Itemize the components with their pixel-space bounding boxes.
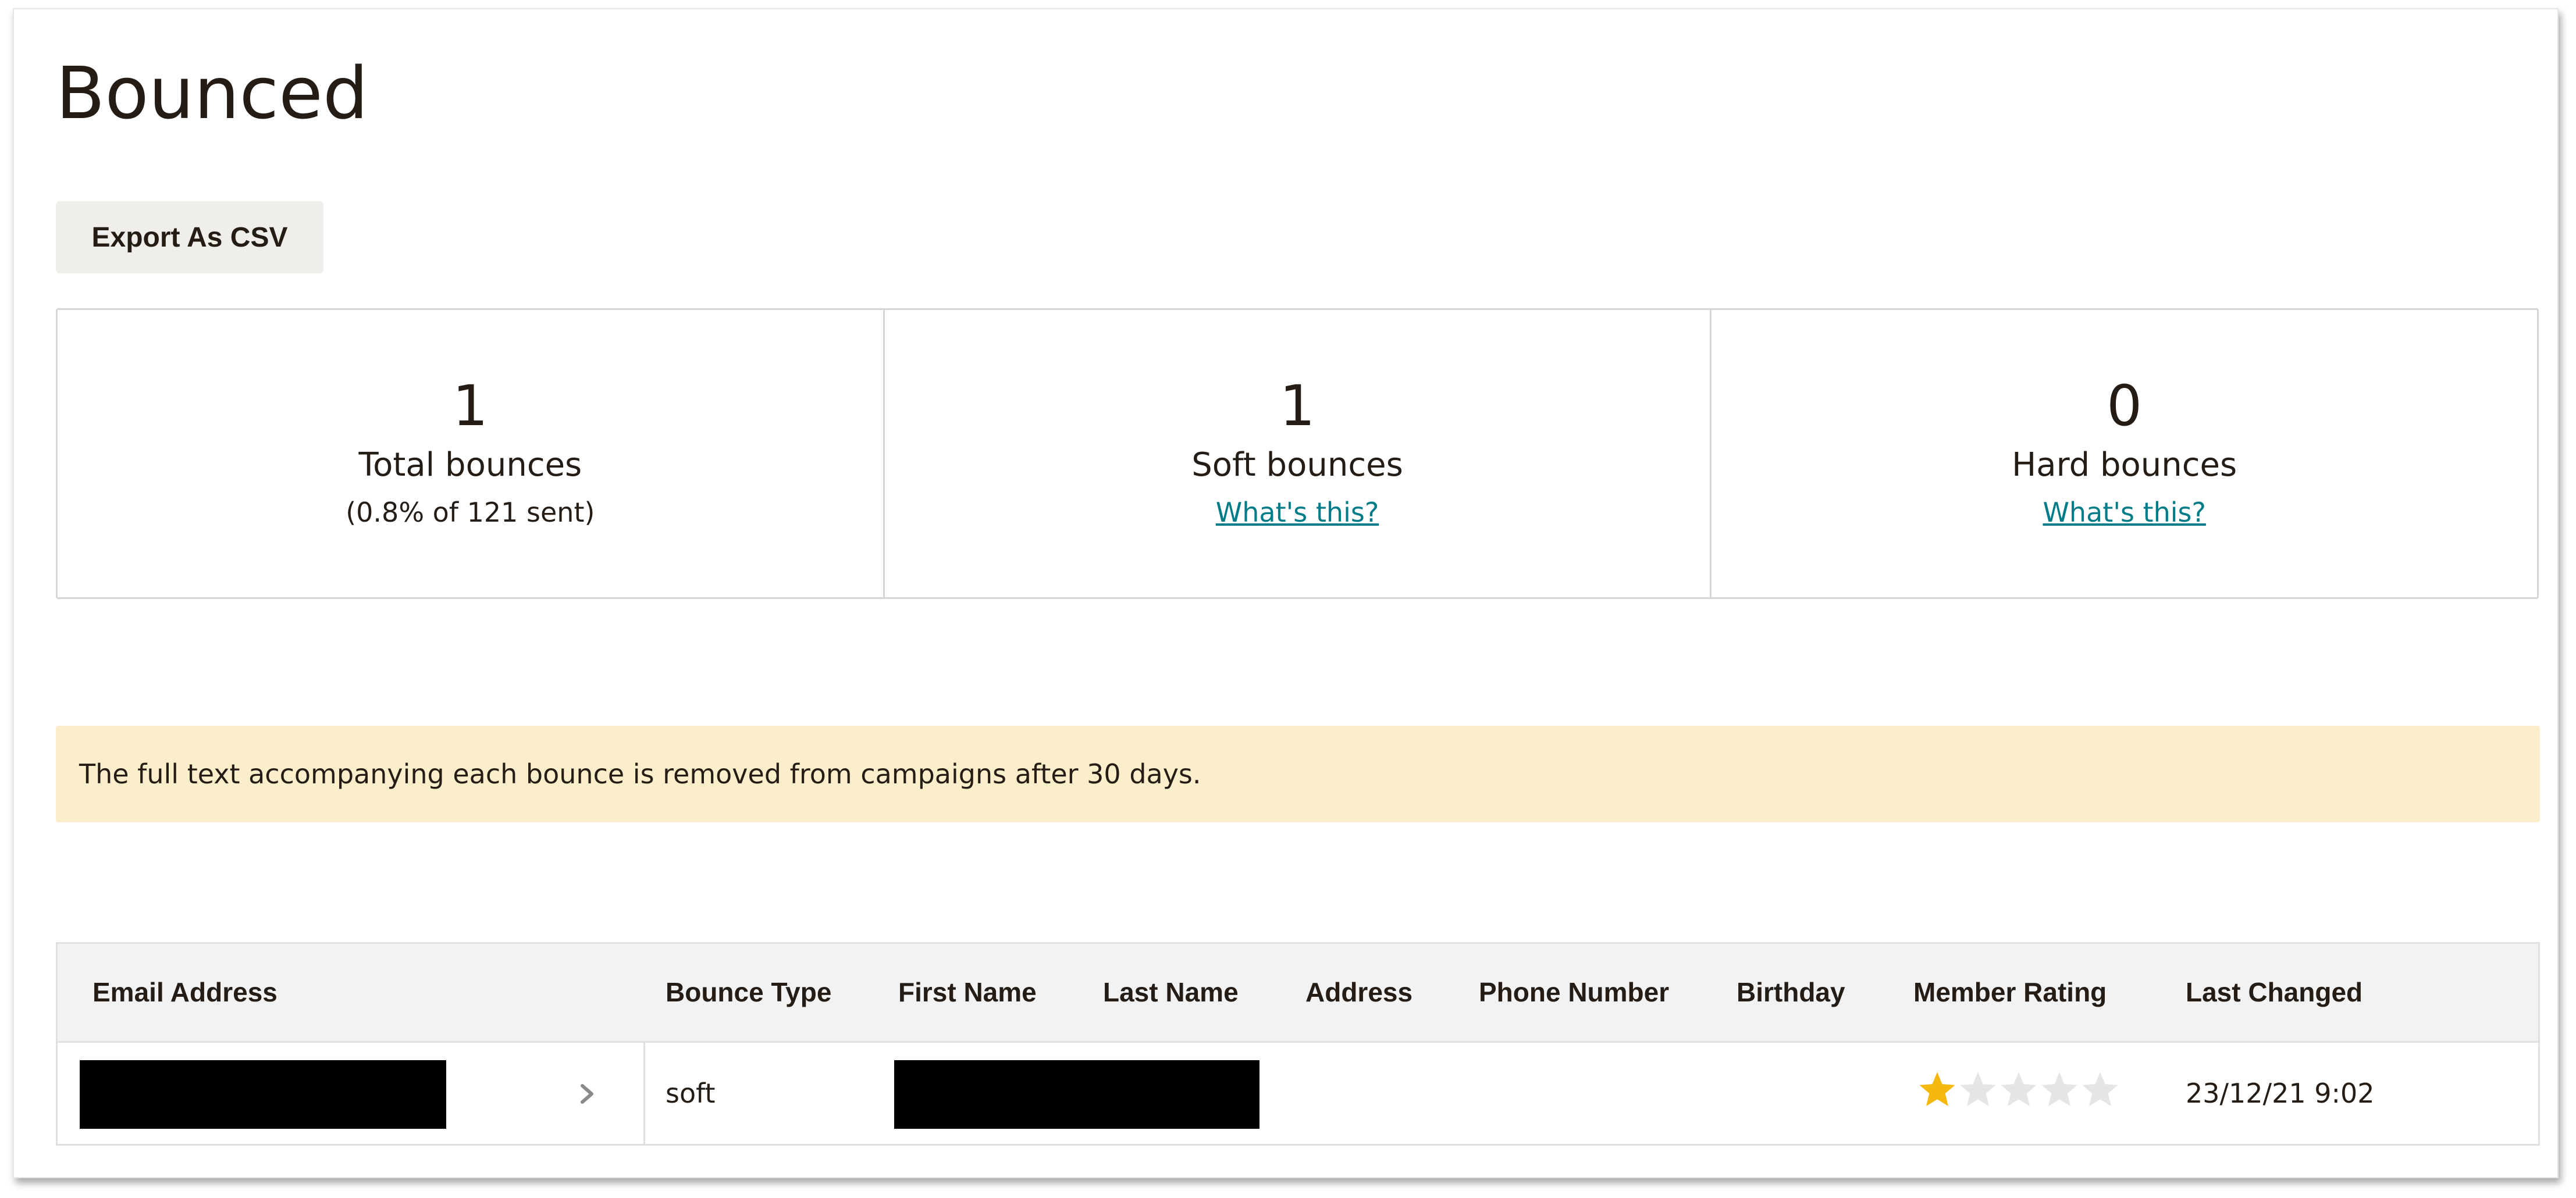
- column-header-phone[interactable]: Phone Number: [1479, 944, 1669, 1041]
- column-header-bounce-type[interactable]: Bounce Type: [666, 944, 831, 1041]
- total-bounces-value: 1: [452, 373, 488, 438]
- member-rating-stars: [1917, 1068, 2120, 1115]
- total-bounces-percentage: (0.8% of 121 sent): [346, 497, 595, 528]
- star-empty-icon: [2001, 1072, 2037, 1106]
- column-header-birthday[interactable]: Birthday: [1737, 944, 1845, 1041]
- soft-bounces-label: Soft bounces: [1191, 446, 1403, 484]
- retention-notice: The full text accompanying each bounce i…: [56, 726, 2540, 822]
- star-empty-icon: [2082, 1072, 2118, 1106]
- bounced-report-card: Bounced Export As CSV 1 Total bounces (0…: [13, 8, 2559, 1178]
- bounced-members-table: Email Address Bounce Type First Name Las…: [56, 942, 2540, 1146]
- column-header-address[interactable]: Address: [1305, 944, 1412, 1041]
- hard-bounces-help-link[interactable]: What's this?: [2043, 497, 2205, 528]
- soft-bounces-help-link[interactable]: What's this?: [1216, 497, 1379, 528]
- bounce-type-cell: soft: [666, 1078, 716, 1109]
- table-row[interactable]: soft 23/12/21 9:02: [58, 1043, 2538, 1144]
- bounce-stats-panel: 1 Total bounces (0.8% of 121 sent) 1 Sof…: [56, 308, 2539, 599]
- chevron-right-icon[interactable]: [573, 1076, 601, 1111]
- page-title: Bounced: [56, 52, 368, 136]
- column-header-last-name[interactable]: Last Name: [1103, 944, 1239, 1041]
- star-filled-icon: [1919, 1072, 1955, 1106]
- export-csv-button[interactable]: Export As CSV: [56, 201, 323, 273]
- soft-bounces-value: 1: [1279, 373, 1315, 438]
- hard-bounces-label: Hard bounces: [2012, 446, 2237, 484]
- star-empty-icon: [2041, 1072, 2077, 1106]
- stat-soft-bounces: 1 Soft bounces What's this?: [885, 310, 1712, 597]
- email-cell[interactable]: [58, 1043, 645, 1144]
- hard-bounces-value: 0: [2107, 373, 2143, 438]
- column-header-last-changed[interactable]: Last Changed: [2186, 944, 2362, 1041]
- total-bounces-label: Total bounces: [358, 446, 582, 484]
- stat-hard-bounces: 0 Hard bounces What's this?: [1712, 310, 2537, 597]
- redacted-email: [80, 1060, 446, 1129]
- table-header: Email Address Bounce Type First Name Las…: [58, 944, 2538, 1043]
- stat-total-bounces: 1 Total bounces (0.8% of 121 sent): [58, 310, 885, 597]
- column-header-member-rating[interactable]: Member Rating: [1913, 944, 2107, 1041]
- column-header-first-name[interactable]: First Name: [898, 944, 1037, 1041]
- redacted-name: [894, 1060, 1259, 1129]
- last-changed-cell: 23/12/21 9:02: [2186, 1078, 2375, 1109]
- star-empty-icon: [1960, 1072, 1996, 1106]
- column-header-email[interactable]: Email Address: [92, 944, 277, 1041]
